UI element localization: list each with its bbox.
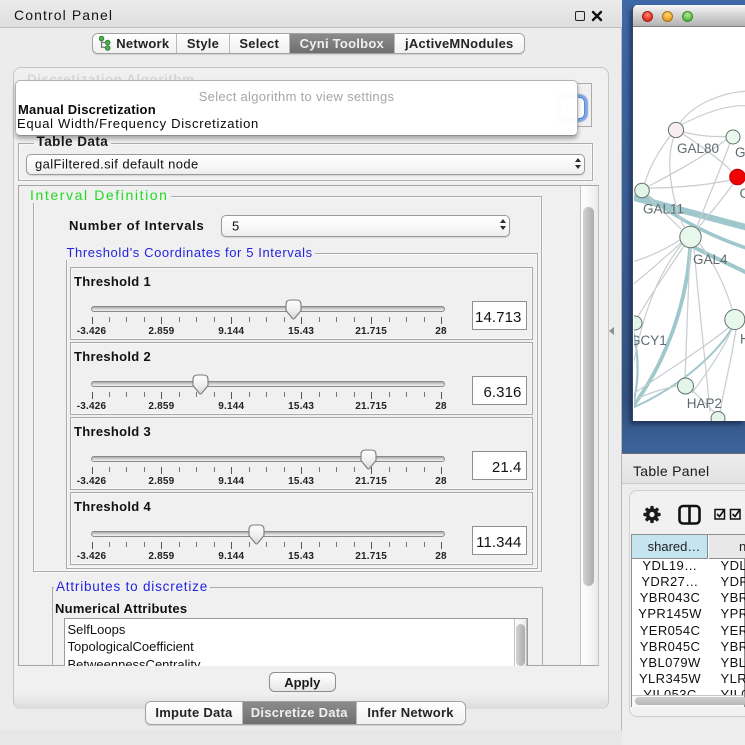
svg-text:GAL4: GAL4 (693, 252, 728, 267)
svg-text:GCY1: GCY1 (634, 333, 667, 348)
svg-text:GA: GA (735, 145, 745, 160)
svg-text:H: H (740, 331, 745, 346)
svg-text:GAL80: GAL80 (677, 141, 719, 156)
svg-text:C: C (740, 186, 745, 201)
svg-text:GAL11: GAL11 (643, 201, 684, 216)
svg-text:HAP2: HAP2 (687, 396, 722, 411)
